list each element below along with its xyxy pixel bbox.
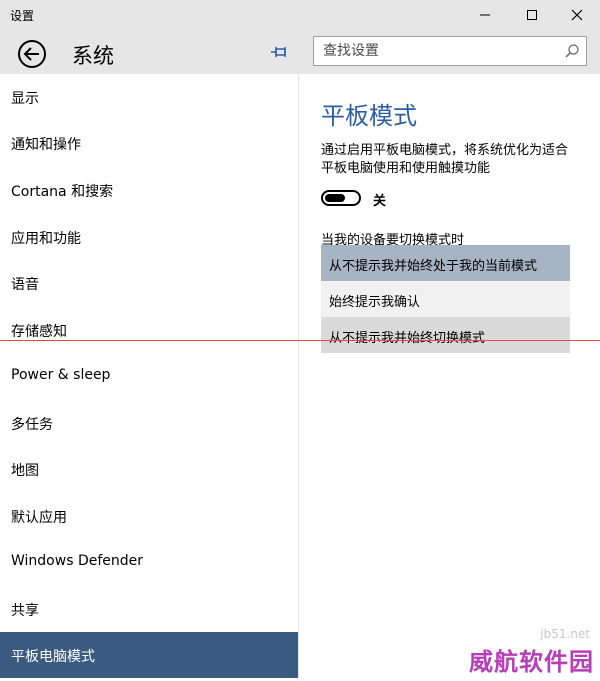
red-guide-line xyxy=(0,340,600,341)
sidebar-item-label: 地图 xyxy=(11,463,39,479)
section-title: 平板模式 xyxy=(321,102,417,130)
dropdown-option[interactable]: 始终提示我确认 xyxy=(321,281,570,317)
sidebar-item-label: 默认应用 xyxy=(11,510,67,526)
sidebar-item-label: 共享 xyxy=(11,603,39,619)
sidebar-item-multitasking[interactable]: 多任务 xyxy=(0,400,298,446)
sidebar-item-label: 通知和操作 xyxy=(11,137,81,153)
switch-mode-dropdown: 从不提示我并始终处于我的当前模式 始终提示我确认 从不提示我并始终切换模式 xyxy=(321,245,570,353)
search-icon[interactable] xyxy=(564,43,580,59)
sidebar-item-storage[interactable]: 存储感知 xyxy=(0,307,298,353)
window-title: 设置 xyxy=(10,9,35,23)
sidebar-item-windows-defender[interactable]: Windows Defender xyxy=(0,539,298,585)
dropdown-option[interactable]: 从不提示我并始终处于我的当前模式 xyxy=(321,245,570,281)
minimize-icon xyxy=(480,14,490,16)
sidebar-item-tablet-mode[interactable]: 平板电脑模式 xyxy=(0,632,298,678)
sidebar-item-power[interactable]: Power & sleep xyxy=(0,353,298,399)
sidebar-item-label: Windows Defender xyxy=(11,553,144,569)
dropdown-option-label: 始终提示我确认 xyxy=(329,295,421,310)
dropdown-option[interactable]: 从不提示我并始终切换模式 xyxy=(321,317,570,353)
sidebar-item-label: Power & sleep xyxy=(11,367,111,383)
back-arrow-icon xyxy=(18,40,46,68)
sidebar-item-label: 显示 xyxy=(11,91,39,107)
search-input[interactable] xyxy=(314,37,554,65)
sidebar-item-apps[interactable]: 应用和功能 xyxy=(0,214,298,260)
sidebar-item-display[interactable]: 显示 xyxy=(0,74,298,120)
search-box xyxy=(313,36,587,66)
tablet-mode-toggle[interactable] xyxy=(321,190,361,206)
minimize-button[interactable] xyxy=(462,0,508,30)
sidebar-item-label: 平板电脑模式 xyxy=(11,649,95,665)
pin-button[interactable] xyxy=(270,43,290,61)
toggle-state-label: 关 xyxy=(373,194,387,209)
sidebar-item-cortana[interactable]: Cortana 和搜索 xyxy=(0,167,298,213)
sidebar-item-label: 多任务 xyxy=(11,417,53,433)
page-header: 系统 xyxy=(0,30,600,74)
description-text: 通过启用平板电脑模式，将系统优化为适合平板电脑使用和使用触摸功能 xyxy=(321,143,569,176)
maximize-icon xyxy=(527,10,537,20)
back-button[interactable] xyxy=(16,38,48,70)
page-title: 系统 xyxy=(72,44,114,68)
sidebar-item-speech[interactable]: 语音 xyxy=(0,260,298,306)
sidebar-item-label: 语音 xyxy=(11,277,39,293)
sidebar-item-label: 存储感知 xyxy=(11,324,67,340)
dropdown-option-label: 从不提示我并始终处于我的当前模式 xyxy=(329,259,538,274)
dropdown-option-label: 从不提示我并始终切换模式 xyxy=(329,331,486,346)
watermark: jb51.net 威航软件园 xyxy=(448,627,598,677)
sidebar-item-sharing[interactable]: 共享 xyxy=(0,586,298,632)
pin-icon xyxy=(271,47,286,57)
toggle-knob xyxy=(325,194,345,202)
sidebar-item-default-apps[interactable]: 默认应用 xyxy=(0,493,298,539)
sidebar-item-label: 应用和功能 xyxy=(11,231,81,247)
close-icon xyxy=(571,9,583,21)
watermark-site: jb51.net xyxy=(540,627,590,641)
sidebar: 显示 通知和操作 Cortana 和搜索 应用和功能 语音 存储感知 Power… xyxy=(0,74,299,681)
sidebar-item-notifications[interactable]: 通知和操作 xyxy=(0,120,298,166)
close-button[interactable] xyxy=(554,0,600,30)
main-content: 平板模式 通过启用平板电脑模式，将系统优化为适合平板电脑使用和使用触摸功能 关 … xyxy=(300,74,600,681)
maximize-button[interactable] xyxy=(509,0,555,30)
title-bar: 设置 xyxy=(0,0,600,30)
watermark-text: 威航软件园 xyxy=(469,648,594,676)
sidebar-item-label: Cortana 和搜索 xyxy=(11,184,114,200)
sidebar-item-maps[interactable]: 地图 xyxy=(0,446,298,492)
